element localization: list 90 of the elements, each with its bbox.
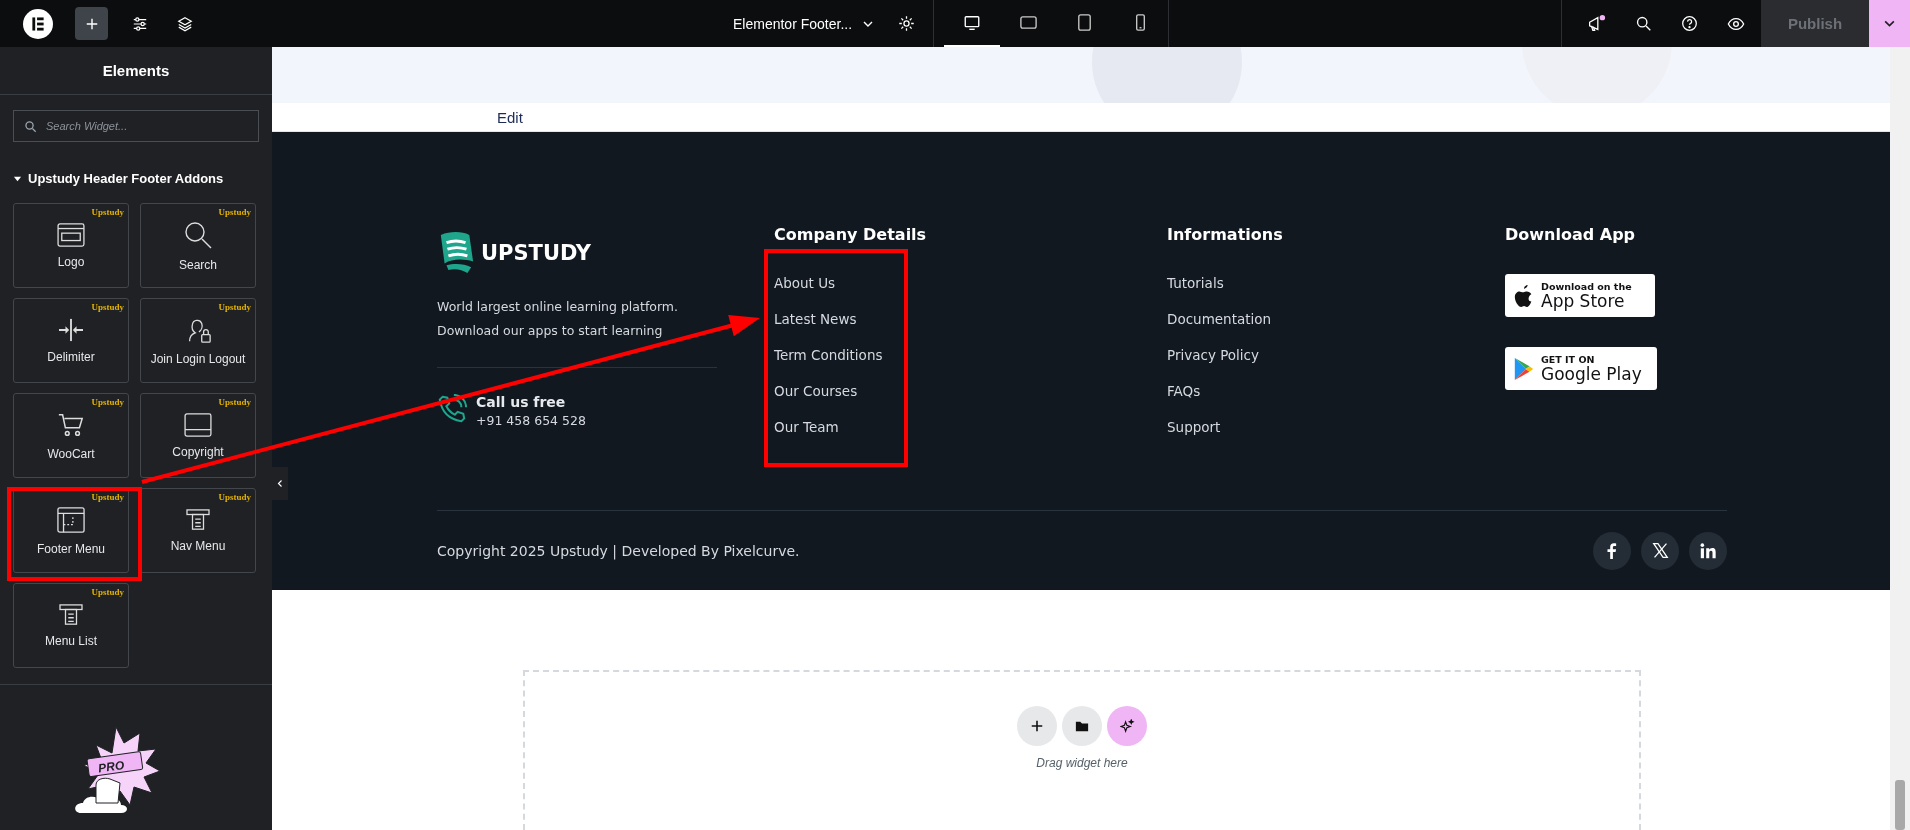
widget-tile[interactable]: Upstudy Footer Menu	[13, 488, 129, 573]
footer-link[interactable]: Tutorials	[1167, 274, 1505, 294]
footer-link[interactable]: About Us	[774, 274, 1167, 294]
source-label: Upstudy	[91, 492, 124, 502]
apple-store-badge[interactable]: Download on the App Store	[1505, 274, 1655, 318]
facebook-button[interactable]	[1593, 531, 1631, 570]
column-heading: Company Details	[774, 225, 928, 245]
linkedin-button[interactable]	[1689, 531, 1727, 570]
category-header[interactable]: Upstudy Header Footer Addons	[13, 171, 259, 186]
window-footer-icon	[184, 412, 212, 437]
source-label: Upstudy	[91, 397, 124, 407]
drop-hint: Drag widget here	[1036, 756, 1128, 770]
ai-sparkle-button[interactable]	[1107, 706, 1147, 746]
widget-tile[interactable]: Upstudy Join Login Logout	[140, 298, 256, 383]
source-label: Upstudy	[218, 302, 251, 312]
add-section-button[interactable]	[1017, 706, 1057, 746]
menu-list-icon	[186, 508, 210, 531]
settings-icon[interactable]	[898, 15, 916, 32]
panel-title: Elements	[102, 62, 170, 79]
source-label: Upstudy	[218, 207, 251, 217]
folder-icon	[1075, 719, 1089, 733]
template-library-button[interactable]	[1062, 706, 1102, 746]
source-label: Upstudy	[91, 302, 124, 312]
pro-label: PRO	[97, 757, 126, 776]
widget-tile[interactable]: Upstudy Logo	[13, 203, 129, 288]
megaphone-icon[interactable]	[1586, 13, 1606, 34]
logo-window-icon	[57, 222, 85, 247]
category-label: Upstudy Header Footer Addons	[28, 171, 224, 186]
phone-number[interactable]: +91 458 654 528	[476, 413, 586, 429]
footer-link[interactable]: Term Conditions	[774, 346, 1167, 366]
collapse-panel-button[interactable]	[272, 467, 288, 500]
widget-label: Menu List	[45, 633, 97, 648]
search-icon[interactable]	[1635, 15, 1652, 32]
call-title: Call us free	[476, 394, 567, 411]
play-triangle-icon	[1513, 356, 1535, 381]
chevron-left-icon	[277, 479, 283, 488]
widget-tile[interactable]: Upstudy WooCart	[13, 393, 129, 478]
desktop-icon	[963, 13, 982, 32]
source-label: Upstudy	[218, 492, 251, 502]
search-field[interactable]: Search Widget...	[13, 110, 259, 142]
widget-tile[interactable]: Upstudy Search	[140, 203, 256, 288]
delimiter-arrows-icon	[57, 317, 85, 342]
linkedin-icon	[1699, 541, 1717, 560]
footer-link[interactable]: Our Courses	[774, 382, 1167, 402]
widget-label: Join Login Logout	[150, 351, 246, 366]
widget-label: WooCart	[47, 446, 95, 461]
widget-tile[interactable]: Upstudy Delimiter	[13, 298, 129, 383]
add-element-button[interactable]	[75, 7, 108, 40]
elementor-logo-icon[interactable]	[23, 8, 53, 39]
widget-label: Footer Menu	[36, 541, 105, 556]
column-heading: Download App	[1505, 225, 1637, 245]
footer-link[interactable]: FAQs	[1167, 382, 1505, 402]
footer-link[interactable]: Latest News	[774, 310, 1167, 330]
widget-label: Search	[179, 257, 217, 272]
widget-label: Logo	[57, 254, 85, 269]
layers-icon[interactable]	[177, 15, 193, 32]
source-label: Upstudy	[218, 397, 251, 407]
widget-tile[interactable]: Upstudy Nav Menu	[140, 488, 256, 573]
search-icon	[183, 219, 213, 250]
widget-label: Nav Menu	[170, 538, 226, 553]
footer-description: World largest online learning platform. Download our apps to start learning	[437, 298, 679, 341]
x-icon	[1651, 542, 1669, 560]
help-icon[interactable]	[1681, 15, 1698, 32]
copyright-text: Copyright 2025 Upstudy | Developed By Pixelcurve.	[437, 542, 800, 559]
source-label: Upstudy	[91, 207, 124, 217]
edit-link[interactable]: Edit	[497, 108, 523, 126]
google-store-badge[interactable]: GET IT ON Google Play	[1505, 347, 1657, 391]
widget-label: Delimiter	[47, 349, 95, 364]
widget-tile[interactable]: Upstudy Copyright	[140, 393, 256, 478]
widget-tile[interactable]: Upstudy Menu List	[13, 583, 129, 668]
search-icon	[24, 120, 37, 133]
widget-label: Copyright	[172, 444, 224, 459]
column-heading: Informations	[1167, 225, 1284, 245]
footer-link[interactable]: Support	[1167, 418, 1505, 438]
plus-icon	[1030, 719, 1044, 733]
source-label: Upstudy	[91, 587, 124, 597]
tablet-landscape-icon	[1018, 13, 1038, 32]
footer-link[interactable]: Privacy Policy	[1167, 346, 1505, 366]
settings-sliders-icon[interactable]	[132, 15, 148, 32]
phone-ringing-icon	[437, 394, 467, 425]
menu-list-icon	[59, 603, 83, 626]
scrollbar-thumb[interactable]	[1895, 780, 1905, 830]
sparkle-icon	[1119, 718, 1135, 734]
document-title[interactable]: Elementor Footer...	[733, 15, 853, 32]
x-button[interactable]	[1641, 531, 1679, 570]
footer-link[interactable]: Our Team	[774, 418, 1167, 438]
brand-name[interactable]: UPSTUDY	[481, 241, 592, 266]
plus-icon	[84, 16, 99, 31]
footer-link[interactable]: Documentation	[1167, 310, 1505, 330]
window-layout-icon	[57, 505, 85, 534]
